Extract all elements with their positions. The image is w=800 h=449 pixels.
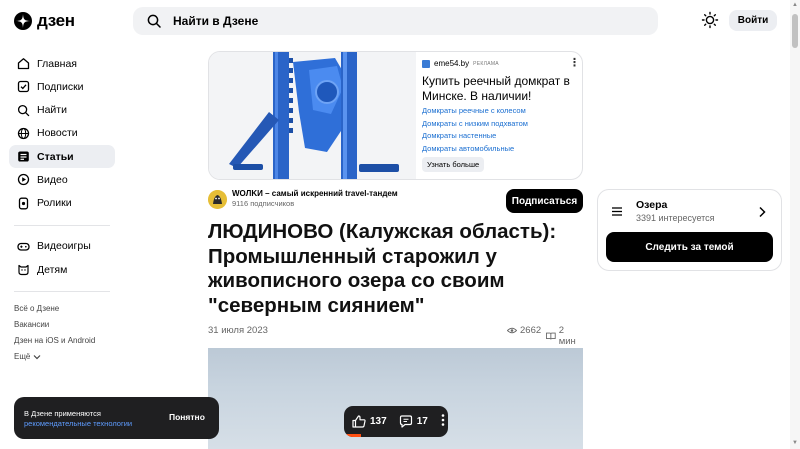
sidebar-item-news[interactable]: Новости xyxy=(9,122,115,145)
ad-learn-more-button[interactable]: Узнать больше xyxy=(422,157,485,172)
read-progress-bar xyxy=(344,434,361,437)
footer-link-apps[interactable]: Дзен на iOS и Android xyxy=(14,333,115,349)
likes-count: 137 xyxy=(370,416,387,427)
cookie-message: В Дзене применяются рекомендательные тех… xyxy=(24,409,164,429)
book-icon xyxy=(546,332,556,340)
sidebar-item-label: Статьи xyxy=(37,150,74,163)
chevron-down-icon xyxy=(33,355,41,360)
channel-info: WOЛKИ – самый искренний travel-тандем 91… xyxy=(232,189,398,209)
ad-favicon-icon xyxy=(422,59,430,68)
scroll-down-icon[interactable]: ▼ xyxy=(792,440,798,446)
sidebar-divider xyxy=(14,224,110,226)
more-actions-icon[interactable] xyxy=(441,414,445,429)
eye-icon xyxy=(507,327,517,334)
topic-interested: 3391 интересуется xyxy=(636,213,715,223)
sidebar-footer: Всё о Дзене Вакансии Дзен на iOS и Andro… xyxy=(9,301,115,365)
sidebar-divider xyxy=(14,291,110,293)
topic-header[interactable]: Озера 3391 интересуется xyxy=(612,198,715,224)
articles-icon xyxy=(18,151,29,162)
read-time: 2 мин xyxy=(546,325,583,347)
ad-menu-icon[interactable]: ⋮ xyxy=(569,56,580,69)
topic-card: Озера 3391 интересуется Следить за темой xyxy=(597,189,782,271)
like-button[interactable]: 137 xyxy=(352,415,387,428)
ad-source[interactable]: eme54.by РЕКЛАМА xyxy=(422,59,499,68)
news-icon xyxy=(17,127,30,140)
dzen-logo[interactable]: дзен xyxy=(14,11,75,31)
more-label: Ещё xyxy=(14,352,31,362)
channel-subscribers: 9116 подписчиков xyxy=(232,199,295,208)
article-title: ЛЮДИНОВО (Калужская область): Промышленн… xyxy=(208,220,557,317)
sidebar-item-label: Ролики xyxy=(37,197,72,210)
channel-name[interactable]: WOЛKИ – самый искренний travel-тандем xyxy=(232,189,398,199)
ad-links: Домкраты реечные с колесом Домкраты с ни… xyxy=(422,105,528,155)
cookie-link[interactable]: рекомендательные технологии xyxy=(24,419,132,428)
cookie-text: В Дзене применяются xyxy=(24,409,101,418)
ad-link[interactable]: Домкраты автомобильные xyxy=(422,143,528,156)
read-time-value: 2 мин xyxy=(558,325,576,347)
topic-name[interactable]: Озера xyxy=(636,198,715,212)
video-icon xyxy=(17,174,30,186)
sidebar-item-home[interactable]: Главная xyxy=(9,52,115,75)
scroll-thumb[interactable] xyxy=(792,14,798,48)
list-icon xyxy=(612,206,622,216)
sidebar-item-find[interactable]: Найти xyxy=(9,99,115,122)
sidebar: Главная Подписки Найти Новости Статьи Ви… xyxy=(9,52,115,365)
login-button[interactable]: Войти xyxy=(729,10,777,31)
footer-more-button[interactable]: Ещё xyxy=(14,349,115,365)
ad-link[interactable]: Домкраты настенные xyxy=(422,130,528,143)
sidebar-item-label: Главная xyxy=(37,57,77,70)
sidebar-item-label: Найти xyxy=(37,104,67,117)
ad-tag: РЕКЛАМА xyxy=(473,60,499,67)
scroll-up-icon[interactable]: ▲ xyxy=(792,2,798,8)
gamepad-icon xyxy=(17,242,30,251)
ad-domain: eme54.by xyxy=(434,59,470,68)
theme-toggle-sun-icon[interactable] xyxy=(701,11,719,29)
channel-header[interactable]: WOЛKИ – самый искренний travel-тандем 91… xyxy=(208,189,398,209)
views-value: 2662 xyxy=(520,325,542,336)
ad-link[interactable]: Домкраты с низким подхватом xyxy=(422,118,528,131)
reaction-bar: 137 17 xyxy=(344,406,448,437)
kids-icon xyxy=(18,264,29,276)
sidebar-item-label: Видео xyxy=(37,173,68,186)
ad-image[interactable] xyxy=(209,52,416,179)
search-bar[interactable] xyxy=(133,7,658,35)
comments-button[interactable]: 17 xyxy=(399,415,428,428)
article-date: 31 июля 2023 xyxy=(208,325,268,336)
sidebar-item-kids[interactable]: Детям xyxy=(9,258,115,281)
search-icon xyxy=(147,14,161,28)
ad-block[interactable]: eme54.by РЕКЛАМА ⋮ Купить реечный домкра… xyxy=(208,51,583,180)
sidebar-item-shorts[interactable]: Ролики xyxy=(9,192,115,215)
sidebar-item-video[interactable]: Видео xyxy=(9,168,115,191)
avatar[interactable] xyxy=(208,189,227,209)
cookie-toast: В Дзене применяются рекомендательные тех… xyxy=(14,397,219,439)
sidebar-item-videogames[interactable]: Видеоигры xyxy=(9,235,115,258)
dzen-logo-icon xyxy=(14,12,32,30)
shorts-icon xyxy=(18,197,29,210)
scrollbar[interactable]: ▲ ▼ xyxy=(790,0,800,449)
sidebar-item-subscriptions[interactable]: Подписки xyxy=(9,75,115,98)
subscriptions-icon xyxy=(17,81,30,93)
footer-link-about[interactable]: Всё о Дзене xyxy=(14,301,115,317)
ad-link[interactable]: Домкраты реечные с колесом xyxy=(422,105,528,118)
ad-title[interactable]: Купить реечный домкрат в Минске. В налич… xyxy=(422,74,572,104)
article-meta: 31 июля 2023 2662 2 мин xyxy=(208,325,583,347)
chevron-right-icon[interactable] xyxy=(758,206,766,218)
comment-icon xyxy=(399,415,412,428)
sidebar-item-label: Новости xyxy=(37,127,78,140)
sidebar-item-label: Детям xyxy=(37,263,68,276)
thumbs-up-icon xyxy=(352,415,366,428)
sidebar-item-label: Подписки xyxy=(37,80,84,93)
home-icon xyxy=(17,58,30,70)
search-icon xyxy=(17,104,30,116)
cookie-ok-button[interactable]: Понятно xyxy=(169,412,205,422)
sidebar-item-articles[interactable]: Статьи xyxy=(9,145,115,169)
footer-link-jobs[interactable]: Вакансии xyxy=(14,317,115,333)
follow-topic-button[interactable]: Следить за темой xyxy=(606,232,773,262)
search-input[interactable] xyxy=(173,14,613,28)
views-count: 2662 xyxy=(507,325,541,336)
subscribe-button[interactable]: Подписаться xyxy=(506,189,583,213)
logo-text: дзен xyxy=(37,11,75,30)
comments-count: 17 xyxy=(416,416,428,427)
sidebar-item-label: Видеоигры xyxy=(37,240,91,253)
